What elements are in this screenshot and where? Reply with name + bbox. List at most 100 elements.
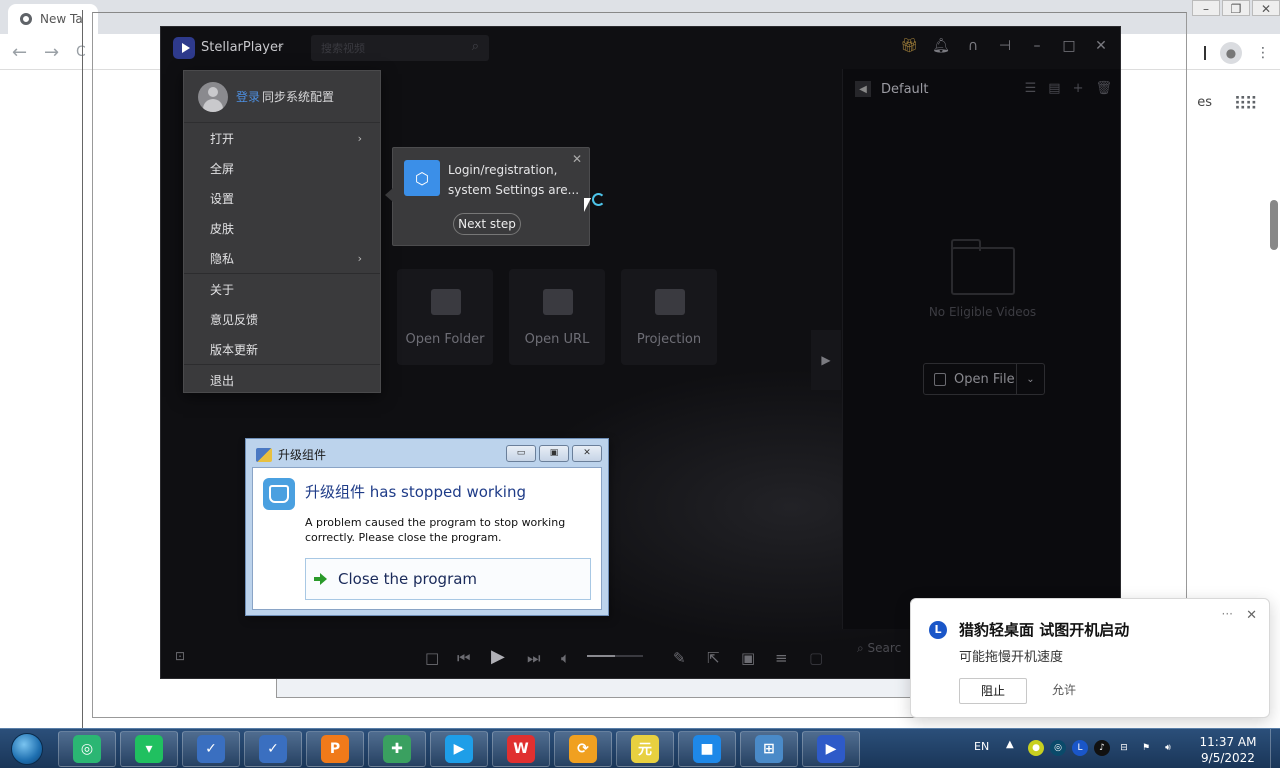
search-icon[interactable]: ⌕ [472,39,479,54]
edit-icon[interactable]: ✎ [673,649,686,667]
tray-flag-icon[interactable]: ⚑ [1138,740,1154,756]
close-program-button[interactable]: Close the program [305,558,591,600]
menu-item-privacy[interactable]: 隐私 › [184,244,380,274]
browser-scrollbar[interactable] [1270,200,1278,250]
browser-restore-button[interactable]: ❐ [1222,0,1250,16]
avatar-icon[interactable] [198,81,228,112]
open-url-tile[interactable]: Open URL [509,269,605,365]
headset-icon[interactable]: ∩ [964,38,982,54]
apps-grid-icon[interactable]: ⠿⠿ [1234,94,1258,115]
close-icon[interactable]: ✕ [1092,38,1110,54]
tray-device-icon[interactable]: ⊟ [1116,740,1132,756]
browser-tab[interactable]: New Ta [8,4,98,34]
collapse-icon[interactable]: ◀ [855,81,871,97]
more-options-icon[interactable]: ··· [1222,607,1233,621]
share-icon[interactable]: ⇱ [707,649,720,667]
list-view-icon[interactable]: ▤ [1048,81,1060,96]
taskbar-app-map-app[interactable]: ✚ [368,731,426,767]
taskbar-app-wechat-work[interactable]: ▾ [120,731,178,767]
add-icon[interactable]: + [1073,81,1084,96]
taskbar-app-checklist-app-2[interactable]: ✓ [244,731,302,767]
show-desktop-button[interactable] [1270,729,1280,768]
close-icon[interactable]: ✕ [1246,608,1257,623]
close-icon[interactable]: ✕ [572,152,582,166]
profile-icon[interactable]: ● [1220,42,1242,64]
chevron-down-icon[interactable]: ⌄ [1016,364,1044,394]
previous-icon[interactable]: ⏮︎ [457,649,471,667]
reload-icon[interactable]: C [76,44,86,60]
taskbar-app-network-app[interactable]: ⊞ [740,731,798,767]
forward-icon[interactable]: → [44,42,59,63]
menu-item-about[interactable]: 关于 [184,275,380,305]
menu-item-settings[interactable]: 设置 [184,184,380,214]
pin-icon[interactable]: ⊣ [996,38,1014,54]
dialog-minimize-button[interactable]: ▭ [506,445,536,462]
browser-link-text[interactable]: es [1197,95,1212,110]
taskbar-app-360-security[interactable]: ◎ [58,731,116,767]
app-name-menu[interactable]: StellarPlayer [201,40,283,55]
tray-app-icon[interactable]: ● [1028,740,1044,756]
menu-item-feedback[interactable]: 意见反馈 [184,305,380,335]
chevron-down-icon[interactable]: ⌄ [276,40,284,51]
volume-icon[interactable]: 🔈︎ [561,649,570,667]
menu-item-label: 隐私 [210,252,235,266]
taskbar-app-video-camera[interactable]: ■ [678,731,736,767]
taskbar-app-video-player[interactable]: ▶ [430,731,488,767]
toolbox-icon[interactable]: ▣ [741,649,755,667]
fullscreen-icon[interactable]: ▢ [809,649,823,667]
clock[interactable]: 11:37 AM 9/5/2022 [1198,734,1258,766]
menu-item-exit[interactable]: 退出 [184,366,380,396]
maximize-icon[interactable]: □ [1060,38,1078,54]
trash-icon[interactable]: 🗑︎ [1095,81,1112,96]
playlist-title[interactable]: Default [881,82,929,97]
menu-divider [184,364,380,365]
bell-icon[interactable]: 🔔︎ [932,38,950,54]
tray-volume-icon[interactable]: 🔊︎ [1160,740,1176,756]
taskbar-app-wps-office[interactable]: W [492,731,550,767]
menu-item-skin[interactable]: 皮肤 [184,214,380,244]
start-button[interactable] [2,730,52,768]
open-file-button[interactable]: Open File ⌄ [923,363,1045,395]
playlist-icon[interactable]: ≡ [775,649,788,667]
block-button[interactable]: 阻止 [959,678,1027,704]
language-indicator[interactable]: EN [974,740,989,753]
player-search-input[interactable]: 搜索视频 ⌕ [311,35,489,61]
menu-dots-icon[interactable]: ⋮ [1256,45,1270,61]
clock-date: 9/5/2022 [1201,751,1255,765]
projection-tile[interactable]: Projection [621,269,717,365]
volume-slider-fill [587,655,615,657]
browser-minimize-button[interactable]: – [1192,0,1220,16]
minimize-icon[interactable]: – [1028,38,1046,54]
play-icon[interactable]: ▶ [491,646,505,667]
login-link[interactable]: 登录 [236,88,260,105]
browser-close-button[interactable]: ✕ [1252,0,1280,16]
playlist-toggle-button[interactable]: ▶ [811,330,841,390]
player-titlebar-icons: 🎁︎ 🔔︎ ∩ ⊣ – □ ✕ [900,38,1110,54]
checklist-app-icon: ✓ [197,735,225,763]
taskbar-app-stellar-player[interactable]: ▶ [802,731,860,767]
miniplayer-icon[interactable]: ⊡ [175,649,185,663]
taskbar-app-sync-app[interactable]: ⟳ [554,731,612,767]
dialog-restore-button[interactable]: ▣ [539,445,569,462]
next-icon[interactable]: ⏭︎ [527,649,541,667]
empty-state-text: No Eligible Videos [928,305,1037,319]
sort-icon[interactable]: ☰ [1025,81,1037,96]
allow-button[interactable]: 允许 [1039,678,1089,704]
tray-security-icon[interactable]: ◎ [1050,740,1066,756]
taskbar-app-wps-presentation[interactable]: P [306,731,364,767]
gift-icon[interactable]: 🎁︎ [900,38,918,54]
open-folder-tile[interactable]: Open Folder [397,269,493,365]
taskbar-app-checklist-app[interactable]: ✓ [182,731,240,767]
tray-liebao-icon[interactable]: L [1072,740,1088,756]
back-icon[interactable]: ← [12,42,27,63]
menu-item-fullscreen[interactable]: 全屏 [184,154,380,184]
menu-item-update[interactable]: 版本更新 [184,335,380,365]
browser-tab-title: New Ta [40,12,83,26]
stop-icon[interactable]: □ [425,649,439,667]
dialog-close-button[interactable]: ✕ [572,445,602,462]
next-step-button[interactable]: Next step [453,213,521,235]
show-hidden-icons-icon[interactable]: ▲ [1006,739,1014,750]
taskbar-app-yuanqi-app[interactable]: 元 [616,731,674,767]
menu-item-open[interactable]: 打开 › [184,124,380,154]
tray-tiktok-icon[interactable]: ♪ [1094,740,1110,756]
